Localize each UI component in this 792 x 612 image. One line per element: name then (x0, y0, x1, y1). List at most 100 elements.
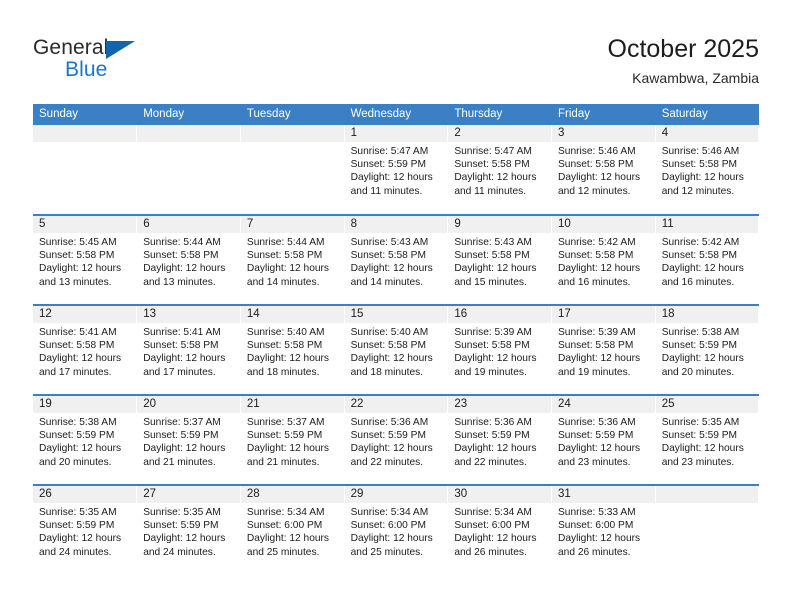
daylight-line-1: Daylight: 12 hours (143, 533, 226, 545)
calendar-day-cell[interactable]: 26 Sunrise: 5:35 AM Sunset: 5:59 PM Dayligh… (33, 484, 138, 575)
daylight-line-2: and 16 minutes. (558, 276, 631, 288)
day-detail-lines: Sunrise: 5:34 AM Sunset: 6:00 PM Daylight:… (241, 503, 344, 559)
daylight-line-2: and 23 minutes. (558, 456, 631, 468)
sunset-line: Sunset: 5:58 PM (143, 250, 219, 262)
sunrise-line: Sunrise: 5:38 AM (39, 417, 117, 428)
sunset-line: Sunset: 5:59 PM (454, 430, 530, 442)
calendar-week-row: 19 Sunrise: 5:38 AM Sunset: 5:59 PM Dayligh… (33, 394, 760, 485)
calendar-day-cell[interactable]: 12 Sunrise: 5:41 AM Sunset: 5:58 PM Dayligh… (33, 304, 138, 395)
calendar-day-cell[interactable]: 7 Sunrise: 5:44 AM Sunset: 5:58 PM Daylight… (240, 214, 345, 305)
day-number: 7 (240, 216, 344, 233)
daylight-line-2: and 22 minutes. (350, 456, 424, 468)
sunrise-line: Sunrise: 5:36 AM (558, 417, 636, 428)
calendar-day-cell[interactable]: 23 Sunrise: 5:36 AM Sunset: 5:59 PM Dayligh… (447, 394, 553, 485)
daylight-line-1: Daylight: 12 hours (454, 172, 537, 184)
calendar-week-row: 5 Sunrise: 5:45 AM Sunset: 5:58 PM Daylight… (33, 214, 760, 305)
daylight-line-2: and 17 minutes. (39, 366, 112, 378)
daylight-line-2: and 11 minutes. (350, 185, 423, 197)
daylight-line-1: Daylight: 12 hours (246, 263, 330, 275)
sunset-line: Sunset: 5:58 PM (454, 250, 530, 262)
calendar-day-cell[interactable]: 2 Sunrise: 5:47 AM Sunset: 5:58 PM Daylight… (447, 125, 553, 215)
day-detail-lines: Sunrise: 5:37 AM Sunset: 5:59 PM Daylight:… (137, 413, 240, 469)
sunrise-line: Sunrise: 5:34 AM (246, 507, 325, 518)
day-cell-inner: 29 Sunrise: 5:34 AM Sunset: 6:00 PM Dayligh… (344, 486, 448, 575)
calendar-day-cell[interactable]: 16 Sunrise: 5:39 AM Sunset: 5:58 PM Dayligh… (447, 304, 553, 395)
calendar-day-cell[interactable]: 24 Sunrise: 5:36 AM Sunset: 5:59 PM Dayligh… (551, 394, 656, 485)
calendar-day-cell[interactable]: 10 Sunrise: 5:42 AM Sunset: 5:58 PM Dayligh… (551, 214, 656, 305)
sunrise-line: Sunrise: 5:47 AM (454, 146, 532, 157)
calendar-week-row: 12 Sunrise: 5:41 AM Sunset: 5:58 PM Dayligh… (33, 304, 760, 395)
day-number (137, 125, 240, 142)
daylight-line-1: Daylight: 12 hours (350, 263, 433, 275)
calendar-day-cell[interactable]: 17 Sunrise: 5:39 AM Sunset: 5:58 PM Dayligh… (551, 304, 656, 395)
calendar-day-cell[interactable]: 8 Sunrise: 5:43 AM Sunset: 5:58 PM Daylight… (344, 214, 449, 305)
general-blue-logo[interactable]: General Blue (33, 36, 263, 92)
day-number: 24 (552, 396, 655, 413)
calendar-day-cell[interactable]: 21 Sunrise: 5:37 AM Sunset: 5:59 PM Dayligh… (240, 394, 345, 485)
sunset-line: Sunset: 5:58 PM (246, 340, 323, 352)
calendar-day-cell[interactable]: 13 Sunrise: 5:41 AM Sunset: 5:58 PM Dayligh… (136, 304, 241, 395)
day-detail-lines: Sunrise: 5:47 AM Sunset: 5:58 PM Daylight:… (448, 142, 551, 198)
calendar-day-cell[interactable]: 15 Sunrise: 5:40 AM Sunset: 5:58 PM Dayligh… (344, 304, 449, 395)
day-cell-inner: 23 Sunrise: 5:36 AM Sunset: 5:59 PM Dayligh… (448, 396, 552, 484)
calendar-day-cell[interactable]: 31 Sunrise: 5:33 AM Sunset: 6:00 PM Dayligh… (551, 484, 656, 575)
sunrise-line: Sunrise: 5:44 AM (143, 237, 221, 248)
day-cell-inner (33, 125, 137, 214)
day-detail-lines: Sunrise: 5:43 AM Sunset: 5:58 PM Daylight:… (345, 233, 448, 289)
daylight-line-1: Daylight: 12 hours (246, 443, 330, 455)
calendar-day-cell[interactable]: 5 Sunrise: 5:45 AM Sunset: 5:58 PM Daylight… (33, 214, 138, 305)
weekday-header-row: Sunday Monday Tuesday Wednesday Thursday Frid… (33, 104, 760, 125)
sunrise-line: Sunrise: 5:46 AM (558, 146, 636, 157)
day-cell-inner: 27 Sunrise: 5:35 AM Sunset: 5:59 PM Dayligh… (137, 486, 240, 575)
daylight-line-2: and 21 minutes. (143, 456, 216, 468)
calendar-day-cell[interactable]: 20 Sunrise: 5:37 AM Sunset: 5:59 PM Dayligh… (136, 394, 241, 485)
daylight-line-1: Daylight: 12 hours (454, 263, 537, 275)
weekday-header-monday: Monday (136, 104, 241, 125)
daylight-line-1: Daylight: 12 hours (558, 263, 641, 275)
day-detail-lines: Sunrise: 5:41 AM Sunset: 5:58 PM Daylight:… (33, 323, 136, 379)
calendar-day-cell[interactable]: 22 Sunrise: 5:36 AM Sunset: 5:59 PM Dayligh… (344, 394, 449, 485)
daylight-line-2: and 12 minutes. (558, 185, 631, 197)
sunrise-line: Sunrise: 5:34 AM (454, 507, 532, 518)
day-detail-lines: Sunrise: 5:42 AM Sunset: 5:58 PM Daylight:… (656, 233, 759, 289)
day-detail-lines: Sunrise: 5:36 AM Sunset: 5:59 PM Daylight:… (552, 413, 655, 469)
sunset-line: Sunset: 5:58 PM (454, 159, 530, 171)
sunrise-line: Sunrise: 5:39 AM (454, 327, 532, 338)
day-number: 21 (240, 396, 344, 413)
daylight-line-1: Daylight: 12 hours (39, 263, 122, 275)
sunrise-line: Sunrise: 5:34 AM (350, 507, 429, 518)
calendar-day-cell[interactable]: 9 Sunrise: 5:43 AM Sunset: 5:58 PM Daylight… (447, 214, 553, 305)
day-number: 6 (137, 216, 240, 233)
calendar-day-cell-empty (33, 125, 138, 215)
calendar-day-cell[interactable]: 28 Sunrise: 5:34 AM Sunset: 6:00 PM Dayligh… (240, 484, 345, 575)
calendar-day-cell[interactable]: 11 Sunrise: 5:42 AM Sunset: 5:58 PM Dayligh… (655, 214, 760, 305)
calendar-body: 1 Sunrise: 5:47 AM Sunset: 5:59 PM Daylight… (33, 125, 760, 575)
calendar-day-cell[interactable]: 27 Sunrise: 5:35 AM Sunset: 5:59 PM Dayligh… (136, 484, 241, 575)
daylight-line-1: Daylight: 12 hours (558, 172, 641, 184)
calendar-day-cell[interactable]: 14 Sunrise: 5:40 AM Sunset: 5:58 PM Dayligh… (240, 304, 345, 395)
day-number: 19 (33, 396, 137, 413)
calendar-day-cell[interactable]: 3 Sunrise: 5:46 AM Sunset: 5:58 PM Daylight… (551, 125, 656, 215)
calendar-day-cell[interactable]: 30 Sunrise: 5:34 AM Sunset: 6:00 PM Dayligh… (447, 484, 553, 575)
sunrise-line: Sunrise: 5:41 AM (143, 327, 221, 338)
day-cell-inner: 30 Sunrise: 5:34 AM Sunset: 6:00 PM Dayligh… (448, 486, 552, 575)
calendar-day-cell[interactable]: 1 Sunrise: 5:47 AM Sunset: 5:59 PM Daylight… (344, 125, 449, 215)
calendar-day-cell[interactable]: 29 Sunrise: 5:34 AM Sunset: 6:00 PM Dayligh… (344, 484, 449, 575)
calendar-day-cell[interactable]: 18 Sunrise: 5:38 AM Sunset: 5:59 PM Dayligh… (655, 304, 760, 395)
day-cell-inner: 18 Sunrise: 5:38 AM Sunset: 5:59 PM Dayligh… (655, 306, 759, 394)
sunset-line: Sunset: 5:59 PM (39, 520, 115, 532)
day-cell-inner: 14 Sunrise: 5:40 AM Sunset: 5:58 PM Dayligh… (240, 306, 344, 394)
sunset-line: Sunset: 5:58 PM (558, 250, 634, 262)
calendar-day-cell[interactable]: 6 Sunrise: 5:44 AM Sunset: 5:58 PM Daylight… (136, 214, 241, 305)
calendar-day-cell[interactable]: 19 Sunrise: 5:38 AM Sunset: 5:59 PM Dayligh… (33, 394, 138, 485)
sunrise-line: Sunrise: 5:46 AM (661, 146, 740, 157)
day-number: 15 (344, 306, 448, 323)
calendar-day-cell[interactable]: 25 Sunrise: 5:35 AM Sunset: 5:59 PM Dayligh… (655, 394, 760, 485)
weekday-header-saturday: Saturday (655, 104, 760, 125)
sunrise-line: Sunrise: 5:45 AM (39, 237, 117, 248)
calendar-day-cell[interactable]: 4 Sunrise: 5:46 AM Sunset: 5:58 PM Daylight… (655, 125, 760, 215)
sunset-line: Sunset: 6:00 PM (246, 520, 323, 532)
day-detail-lines: Sunrise: 5:43 AM Sunset: 5:58 PM Daylight:… (448, 233, 551, 289)
sunset-line: Sunset: 5:58 PM (143, 340, 219, 352)
sunrise-line: Sunrise: 5:44 AM (246, 237, 325, 248)
